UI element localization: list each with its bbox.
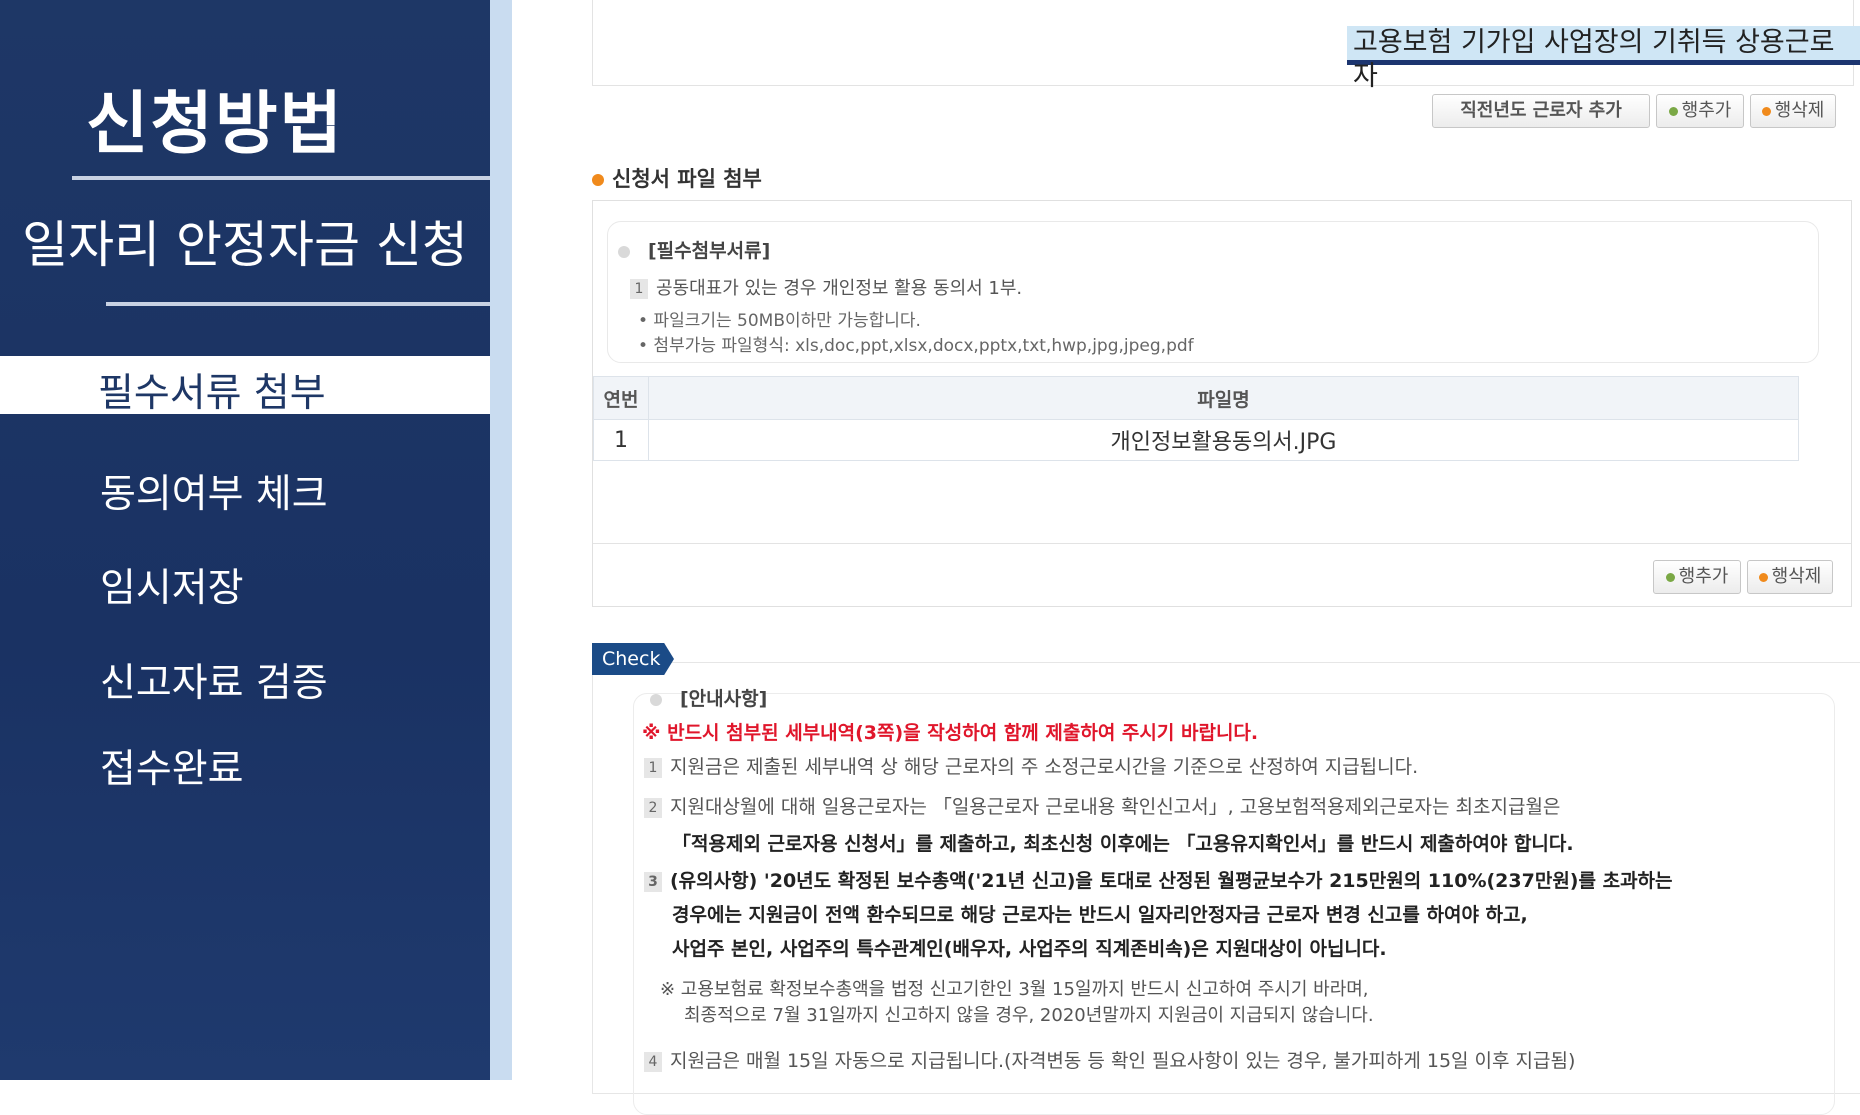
delete-row-label: 행삭제 — [1771, 566, 1822, 587]
file-size-note: • 파일크기는 50MB이하만 가능합니다. — [638, 311, 921, 331]
number-badge: 1 — [630, 279, 648, 299]
number-badge: 1 — [644, 757, 662, 778]
notice-title-label: [안내사항] — [680, 688, 768, 710]
required-docs-title: [필수첨부서류] — [618, 236, 770, 263]
notice-item-3b: 경우에는 지원금이 전액 환수되므로 해당 근로자는 반드시 일자리안정자금 근… — [672, 904, 1528, 926]
notice-item-2a-text: 지원대상월에 대해 일용근로자는 「일용근로자 근로내용 확인신고서」, 고용보… — [670, 796, 1561, 818]
attach-divider — [593, 543, 1851, 544]
notice-item-2b: 「적용제외 근로자용 신청서」를 제출하고, 최초신청 이후에는 「고용유지확인… — [672, 833, 1574, 855]
sidebar-item-verify[interactable]: 신고자료 검증 — [100, 652, 328, 708]
attachment-table: 연번 파일명 1 개인정보활용동의서.JPG — [593, 376, 1799, 461]
main-content: 고용보험 기가입 사업장의 기취득 상용근로자 직전년도 근로자 추가 행추가 … — [512, 0, 1860, 1115]
sidebar-subtitle: 일자리 안정자금 신청 — [22, 216, 468, 274]
sidebar-divider-top — [72, 176, 490, 180]
notice-warning: ※ 반드시 첨부된 세부내역(3쪽)을 작성하여 함께 제출하여 주시기 바랍니… — [642, 722, 1259, 744]
notice-note-b: 최종적으로 7월 31일까지 신고하지 않을 경우, 2020년말까지 지원금이… — [684, 1005, 1374, 1026]
add-row-label: 행추가 — [1681, 100, 1732, 121]
column-header-filename: 파일명 — [648, 376, 1799, 420]
notice-item-4: 4 지원금은 매월 15일 자동으로 지급됩니다.(자격변동 등 확인 필요사항이… — [644, 1046, 1575, 1073]
sidebar-item-required-docs[interactable]: 필수서류 첨부 — [0, 356, 490, 416]
notice-item-2a: 2 지원대상월에 대해 일용근로자는 「일용근로자 근로내용 확인신고서」, 고용… — [644, 792, 1560, 819]
notice-item-3c: 사업주 본인, 사업주의 특수관계인(배우자, 사업주의 직계존비속)은 지원대… — [672, 938, 1387, 960]
row-number: 1 — [593, 419, 649, 461]
check-tag: Check — [592, 643, 674, 675]
add-row-label: 행추가 — [1678, 566, 1729, 587]
number-badge: 3 — [644, 871, 662, 892]
attach-section-label: 신청서 파일 첨부 — [612, 167, 762, 191]
required-docs-box: [필수첨부서류] 1 공동대표가 있는 경우 개인정보 활용 동의서 1부. • … — [607, 221, 1819, 363]
required-doc-text: 공동대표가 있는 경우 개인정보 활용 동의서 1부. — [656, 278, 1023, 299]
attach-panel: [필수첨부서류] 1 공동대표가 있는 경우 개인정보 활용 동의서 1부. • … — [592, 200, 1852, 607]
add-prev-year-worker-button[interactable]: 직전년도 근로자 추가 — [1432, 94, 1650, 128]
worker-type-highlight: 고용보험 기가입 사업장의 기취득 상용근로자 — [1347, 26, 1860, 92]
number-badge: 2 — [644, 797, 662, 818]
add-dot-icon — [1665, 572, 1675, 582]
delete-row-button-bottom[interactable]: 행삭제 — [1747, 560, 1833, 594]
add-row-button-top[interactable]: 행추가 — [1656, 94, 1744, 128]
notice-note-a: ※ 고용보험료 확정보수총액을 법정 신고기한인 3월 15일까지 반드시 신고… — [660, 979, 1369, 1000]
notice-title: [안내사항] — [650, 684, 767, 711]
add-dot-icon — [1668, 106, 1678, 116]
sidebar-item-label: 필수서류 첨부 — [98, 371, 326, 416]
notice-item-1: 1 지원금은 제출된 세부내역 상 해당 근로자의 주 소정근로시간을 기준으로 … — [644, 752, 1418, 779]
sidebar: 신청방법 일자리 안정자금 신청 필수서류 첨부 동의여부 체크 임시저장 신고… — [0, 0, 490, 1080]
number-badge: 4 — [644, 1051, 662, 1072]
required-doc-item: 1 공동대표가 있는 경우 개인정보 활용 동의서 1부. — [630, 274, 1022, 300]
attach-section-title: 신청서 파일 첨부 — [592, 163, 762, 193]
sidebar-item-consent-check[interactable]: 동의여부 체크 — [100, 463, 328, 519]
file-types-note: • 첨부가능 파일형식: xls,doc,ppt,xlsx,docx,pptx,… — [638, 336, 1194, 356]
sidebar-title: 신청방법 — [85, 85, 345, 164]
gray-bullet-icon — [650, 693, 662, 706]
column-header-no: 연번 — [593, 376, 649, 420]
row-filename[interactable]: 개인정보활용동의서.JPG — [648, 419, 1799, 461]
notice-item-3a-text: (유의사항) '20년도 확정된 보수총액('21년 신고)을 토대로 산정된 … — [670, 870, 1673, 892]
delete-dot-icon — [1761, 106, 1771, 116]
delete-row-button-top[interactable]: 행삭제 — [1750, 94, 1836, 128]
notice-item-4-text: 지원금은 매월 15일 자동으로 지급됩니다.(자격변동 등 확인 필요사항이 … — [670, 1050, 1576, 1072]
table-row[interactable]: 1 개인정보활용동의서.JPG — [593, 419, 1799, 461]
sidebar-divider-bottom — [106, 302, 490, 306]
delete-dot-icon — [1758, 572, 1768, 582]
notice-item-1-text: 지원금은 제출된 세부내역 상 해당 근로자의 주 소정근로시간을 기준으로 산… — [670, 756, 1419, 778]
delete-row-label: 행삭제 — [1774, 100, 1825, 121]
sidebar-item-temp-save[interactable]: 임시저장 — [100, 557, 244, 613]
required-docs-label: [필수첨부서류] — [648, 240, 771, 262]
sidebar-stripe — [490, 0, 512, 1080]
gray-bullet-icon — [618, 245, 630, 258]
add-row-button-bottom[interactable]: 행추가 — [1653, 560, 1741, 594]
bullet-icon — [592, 174, 604, 186]
notice-item-3a: 3 (유의사항) '20년도 확정된 보수총액('21년 신고)을 토대로 산정된… — [644, 866, 1673, 893]
sidebar-item-complete[interactable]: 접수완료 — [100, 738, 244, 794]
